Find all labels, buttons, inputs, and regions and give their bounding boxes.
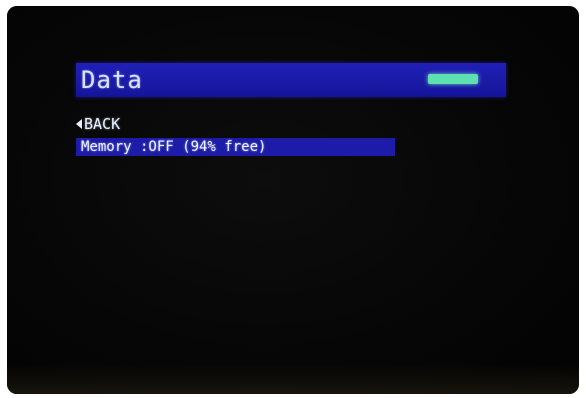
screen: Data BACK Memory :OFF (94% free) xyxy=(7,6,579,394)
menu-item-label: Memory :OFF (94% free) xyxy=(81,139,267,155)
back-label: BACK xyxy=(84,115,121,133)
title-bar: Data xyxy=(76,63,506,97)
device-bezel: Data BACK Memory :OFF (94% free) xyxy=(7,6,579,394)
back-button[interactable]: BACK xyxy=(76,115,120,133)
menu-item-memory[interactable]: Memory :OFF (94% free) xyxy=(76,138,395,156)
screen-reflection xyxy=(7,364,579,394)
battery-icon xyxy=(428,74,478,84)
page-title: Data xyxy=(81,66,143,94)
back-arrow-icon xyxy=(76,119,82,129)
